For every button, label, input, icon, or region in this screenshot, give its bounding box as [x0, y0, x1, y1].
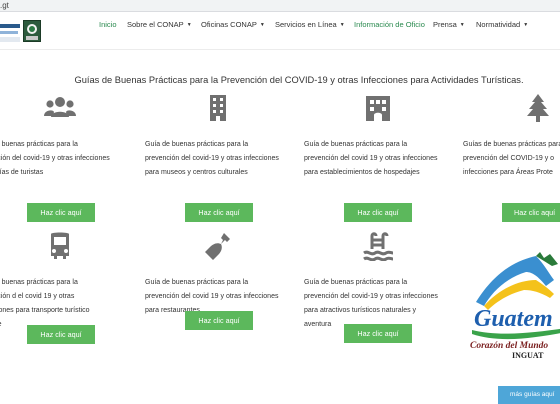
card-restaurantes-button[interactable]: Haz clic aquí: [185, 311, 253, 330]
inguat-brand-text: Guatem: [474, 306, 553, 332]
url-text: .gt: [0, 1, 9, 10]
page-title: Guías de Buenas Prácticas para la Preven…: [74, 75, 524, 85]
nav-label: Oficinas CONAP: [201, 20, 257, 29]
chevron-down-icon: ▼: [186, 22, 192, 28]
card-description: a de buenas prácticas para la vención de…: [0, 141, 110, 176]
main-nav: Inicio Sobre el CONAP ▼ Oficinas CONAP ▼ S…: [0, 12, 560, 50]
chevron-down-icon: ▼: [339, 22, 345, 28]
inguat-tagline-text: Corazón del Mundo: [470, 341, 548, 351]
bus-icon: [44, 231, 76, 261]
nav-label: Sobre el CONAP: [127, 20, 184, 29]
browser-url-bar[interactable]: .gt: [0, 0, 560, 12]
card-description: Guía de buenas prácticas para la prevenc…: [304, 141, 438, 176]
nav-item-inicio[interactable]: Inicio: [99, 12, 117, 50]
card-description: Guías de buenas prácticas para prevenció…: [463, 141, 560, 176]
chevron-down-icon: ▼: [459, 22, 465, 28]
nav-label: Prensa: [433, 20, 457, 29]
chevron-down-icon: ▼: [523, 22, 529, 28]
card-museos-button[interactable]: Haz clic aquí: [185, 203, 253, 222]
pool-icon: [362, 231, 394, 261]
nav-label: Inicio: [99, 20, 117, 29]
nav-label: Servicios en Línea: [275, 20, 337, 29]
card-areas-protegidas-button[interactable]: Haz clic aquí: [502, 203, 560, 222]
nav-label: Información de Oficio: [354, 20, 425, 29]
nav-item-servicios-en-linea[interactable]: Servicios en Línea ▼: [275, 12, 345, 50]
card-hospedajes-button[interactable]: Haz clic aquí: [344, 203, 412, 222]
chevron-down-icon: ▼: [259, 22, 265, 28]
nav-item-oficinas-conap[interactable]: Oficinas CONAP ▼: [201, 12, 265, 50]
bottle-icon: [202, 231, 234, 261]
top-navbar: Inicio Sobre el CONAP ▼ Oficinas CONAP ▼ S…: [0, 12, 560, 50]
hotel-icon: [362, 93, 394, 123]
card-description: Guía de buenas prácticas para la prevenc…: [145, 141, 279, 176]
card-transporte-button[interactable]: Haz clic aquí: [27, 325, 95, 344]
card-guias-turistas-button[interactable]: Haz clic aquí: [27, 203, 95, 222]
nav-item-sobre-el-conap[interactable]: Sobre el CONAP ▼: [127, 12, 192, 50]
inguat-logo[interactable]: Guatem Corazón del Mundo INGUAT: [466, 250, 560, 370]
inguat-org-text: INGUAT: [512, 351, 544, 360]
building-icon: [202, 93, 234, 123]
group-icon: [44, 93, 76, 123]
nav-label: Normatividad: [476, 20, 521, 29]
nav-item-prensa[interactable]: Prensa ▼: [433, 12, 465, 50]
more-guides-button[interactable]: más guías aquí: [498, 386, 560, 404]
tree-icon: [522, 93, 554, 123]
nav-item-informacion-de-oficio[interactable]: Información de Oficio: [354, 12, 425, 50]
card-description: a de buenas prácticas para la vención d …: [0, 279, 90, 328]
card-atractivos-button[interactable]: Haz clic aquí: [344, 324, 412, 343]
nav-item-normatividad[interactable]: Normatividad ▼: [476, 12, 528, 50]
